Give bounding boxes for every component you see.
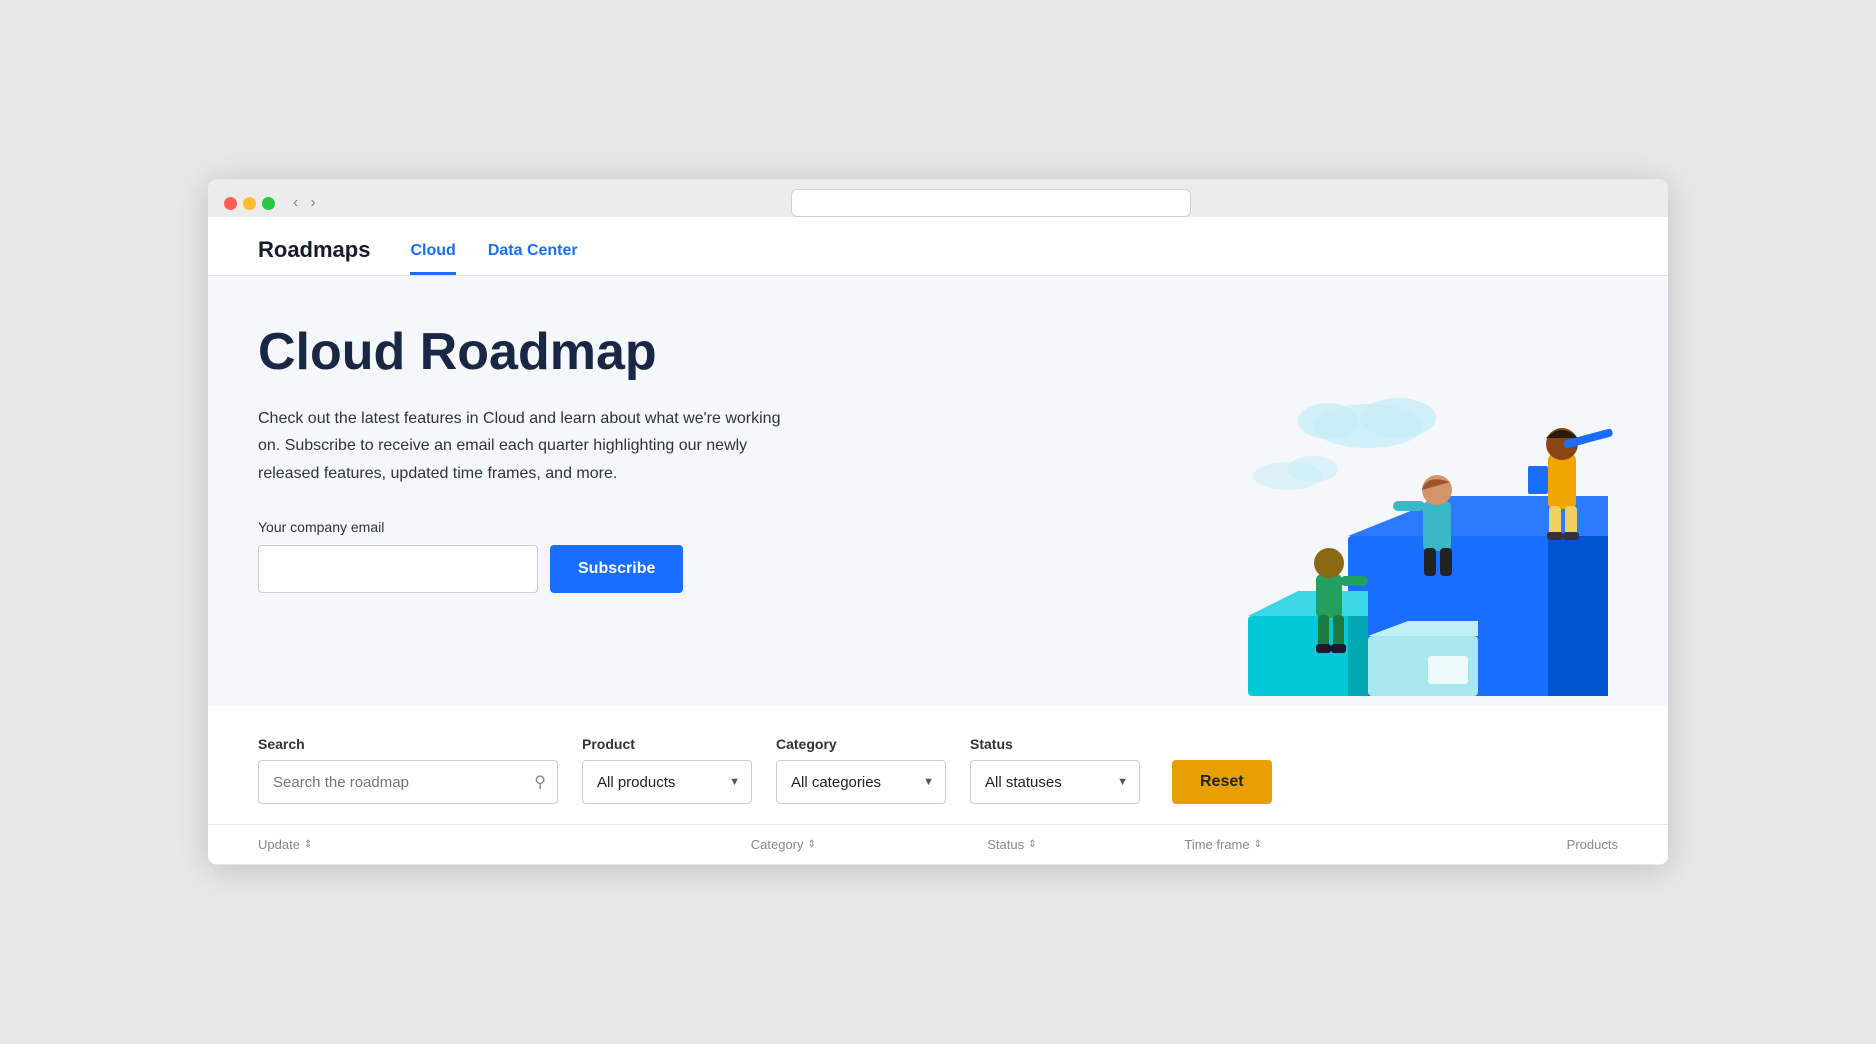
hero-svg — [1168, 326, 1668, 706]
table-header: Update ⇕ Category ⇕ Status ⇕ Time frame … — [208, 825, 1668, 865]
browser-dots — [224, 197, 275, 210]
hero-title: Cloud Roadmap — [258, 324, 838, 381]
hero-content: Cloud Roadmap Check out the latest featu… — [258, 324, 838, 641]
filter-group-search: Search ⚲ — [258, 736, 558, 804]
hero-description: Check out the latest features in Cloud a… — [258, 405, 798, 487]
nav-brand: Roadmaps — [258, 237, 370, 275]
hero-illustration — [1068, 276, 1668, 706]
product-label: Product — [582, 736, 752, 752]
browser-window: ‹ › Roadmaps Cloud Data Center Cloud Roa… — [208, 179, 1668, 865]
status-label: Status — [970, 736, 1140, 752]
dot-green[interactable] — [262, 197, 275, 210]
hero-section: Cloud Roadmap Check out the latest featu… — [208, 276, 1668, 706]
dot-red[interactable] — [224, 197, 237, 210]
category-label: Category — [776, 736, 946, 752]
search-input-wrapper: ⚲ — [258, 760, 558, 804]
tab-data-center[interactable]: Data Center — [488, 242, 578, 275]
app-container: Roadmaps Cloud Data Center Cloud Roadmap… — [208, 217, 1668, 865]
col-header-products[interactable]: Products — [1421, 837, 1618, 852]
col-header-update[interactable]: Update ⇕ — [258, 837, 751, 852]
email-label: Your company email — [258, 519, 838, 535]
top-nav: Roadmaps Cloud Data Center — [208, 217, 1668, 276]
dot-yellow[interactable] — [243, 197, 256, 210]
browser-controls: ‹ › — [224, 189, 1652, 217]
product-select[interactable]: All products — [582, 760, 752, 804]
forward-button[interactable]: › — [306, 192, 319, 214]
nav-arrows: ‹ › — [289, 192, 320, 214]
search-icon: ⚲ — [534, 772, 546, 792]
sort-icon-update: ⇕ — [304, 839, 312, 850]
filter-bar: Search ⚲ Product All products Category — [208, 706, 1668, 825]
search-label: Search — [258, 736, 558, 752]
tab-cloud[interactable]: Cloud — [410, 242, 455, 275]
sort-icon-status: ⇕ — [1028, 839, 1036, 850]
email-row: Subscribe — [258, 545, 838, 593]
filter-group-status: Status All statuses — [970, 736, 1140, 804]
col-header-timeframe[interactable]: Time frame ⇕ — [1184, 837, 1421, 852]
email-input[interactable] — [258, 545, 538, 593]
browser-chrome: ‹ › — [208, 179, 1668, 217]
filter-group-category: Category All categories — [776, 736, 946, 804]
status-select-wrapper: All statuses — [970, 760, 1140, 804]
reset-button[interactable]: Reset — [1172, 760, 1272, 804]
col-header-category[interactable]: Category ⇕ — [751, 837, 988, 852]
col-header-status[interactable]: Status ⇕ — [987, 837, 1184, 852]
category-select-wrapper: All categories — [776, 760, 946, 804]
filter-group-product: Product All products — [582, 736, 752, 804]
back-button[interactable]: ‹ — [289, 192, 302, 214]
address-bar[interactable] — [791, 189, 1191, 217]
status-select[interactable]: All statuses — [970, 760, 1140, 804]
sort-icon-category: ⇕ — [808, 839, 816, 850]
sort-icon-timeframe: ⇕ — [1254, 839, 1262, 850]
product-select-wrapper: All products — [582, 760, 752, 804]
search-input[interactable] — [258, 760, 558, 804]
category-select[interactable]: All categories — [776, 760, 946, 804]
subscribe-button[interactable]: Subscribe — [550, 545, 683, 593]
